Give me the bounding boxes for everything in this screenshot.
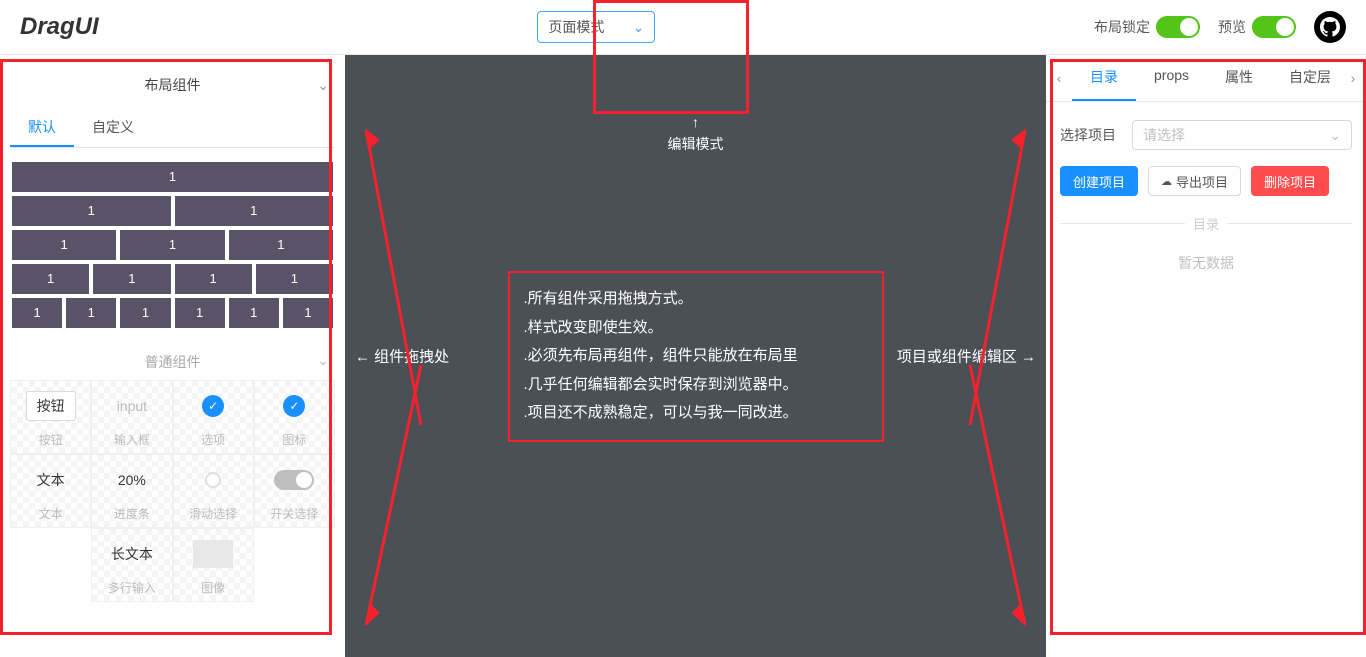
check-icon: ✓ — [283, 395, 305, 417]
tabs-next-button[interactable]: › — [1340, 70, 1366, 86]
chevron-down-icon: ⌄ — [317, 77, 329, 94]
edit-mode-label: ↑ 编辑模式 — [668, 111, 724, 156]
tab-custom[interactable]: 自定义 — [74, 109, 152, 147]
layout-cell[interactable]: 1 — [12, 264, 89, 294]
tips-box: .所有组件采用拖拽方式。 .样式改变即使生效。 .必须先布局再组件，组件只能放在… — [508, 271, 884, 442]
comp-input[interactable]: input输入框 — [91, 380, 172, 454]
project-select[interactable]: 请选择 ⌄ — [1132, 120, 1352, 150]
switch-icon — [274, 470, 314, 490]
tab-default[interactable]: 默认 — [10, 109, 74, 147]
delete-project-button[interactable]: 删除项目 — [1251, 166, 1329, 196]
right-panel: ‹ 目录 props 属性 自定层 › 选择项目 请选择 ⌄ 创建项目 ☁导出项… — [1046, 55, 1366, 657]
layout-cell[interactable]: 1 — [175, 264, 252, 294]
tabs-prev-button[interactable]: ‹ — [1046, 70, 1072, 86]
layout-cell[interactable]: 1 — [256, 264, 333, 294]
layout-components-header[interactable]: 布局组件 ⌄ — [10, 67, 335, 109]
layout-lock-switch[interactable] — [1156, 16, 1200, 38]
layout-cell[interactable]: 1 — [66, 298, 116, 328]
directory-divider: 目录 — [1060, 214, 1352, 233]
annotation-arrow — [960, 355, 1040, 635]
layout-cell[interactable]: 1 — [175, 298, 225, 328]
layout-cell[interactable]: 1 — [12, 230, 116, 260]
tab-custom-layer[interactable]: 自定层 — [1271, 55, 1340, 101]
annotation-arrow — [351, 115, 431, 435]
canvas-area[interactable]: ↑ 编辑模式 ← 组件拖拽处 项目或组件编辑区 → .所有组件采用拖拽方式。 .… — [345, 55, 1046, 657]
layout-cell[interactable]: 1 — [93, 264, 170, 294]
left-panel: 布局组件 ⌄ 默认 自定义 1 11 111 1111 111111 普通组件 … — [0, 55, 345, 657]
normal-components-header[interactable]: 普通组件 ⌄ — [10, 338, 335, 380]
select-project-label: 选择项目 — [1060, 125, 1116, 145]
project-select-placeholder: 请选择 — [1143, 125, 1185, 145]
comp-switch[interactable]: 开关选择 — [254, 454, 335, 528]
page-mode-value: 页面模式 — [548, 17, 604, 37]
layout-cell[interactable]: 1 — [175, 196, 334, 226]
cloud-upload-icon: ☁ — [1161, 175, 1172, 188]
layout-grid: 1 11 111 1111 111111 — [10, 148, 335, 338]
annotation-arrow — [351, 355, 431, 635]
tab-props[interactable]: props — [1136, 55, 1207, 101]
layout-cell[interactable]: 1 — [229, 298, 279, 328]
layout-row-1[interactable]: 1 — [12, 162, 333, 192]
annotation-arrow — [960, 115, 1040, 435]
layout-cell[interactable]: 1 — [120, 230, 224, 260]
page-mode-select[interactable]: 页面模式 ⌄ — [537, 11, 655, 43]
create-project-button[interactable]: 创建项目 — [1060, 166, 1138, 196]
drag-hint-right: 项目或组件编辑区 → — [897, 346, 1036, 367]
chevron-down-icon: ⌄ — [317, 352, 329, 369]
check-icon: ✓ — [202, 395, 224, 417]
comp-slider[interactable]: 滑动选择 — [173, 454, 254, 528]
app-logo: DragUI — [20, 13, 99, 41]
comp-progress[interactable]: 20%进度条 — [91, 454, 172, 528]
slider-handle-icon — [205, 472, 221, 488]
no-data-text: 暂无数据 — [1060, 253, 1352, 273]
tab-attributes[interactable]: 属性 — [1207, 55, 1271, 101]
export-project-button[interactable]: ☁导出项目 — [1148, 166, 1241, 196]
preview-label: 预览 — [1218, 17, 1246, 37]
layout-lock-label: 布局锁定 — [1094, 17, 1150, 37]
chevron-down-icon: ⌄ — [1329, 127, 1341, 144]
chevron-down-icon: ⌄ — [633, 19, 645, 36]
image-placeholder-icon — [193, 540, 233, 568]
layout-cell[interactable]: 1 — [12, 196, 171, 226]
drag-hint-left: ← 组件拖拽处 — [355, 346, 449, 367]
layout-cell[interactable]: 1 — [229, 230, 333, 260]
layout-cell[interactable]: 1 — [12, 298, 62, 328]
comp-checkbox[interactable]: ✓选项 — [173, 380, 254, 454]
layout-cell[interactable]: 1 — [120, 298, 170, 328]
comp-text[interactable]: 文本文本 — [10, 454, 91, 528]
comp-textarea[interactable]: 长文本多行输入 — [91, 528, 172, 602]
preview-switch[interactable] — [1252, 16, 1296, 38]
github-icon[interactable] — [1314, 11, 1346, 43]
comp-button[interactable]: 按钮按钮 — [10, 380, 91, 454]
tab-directory[interactable]: 目录 — [1072, 55, 1136, 101]
comp-icon[interactable]: ✓图标 — [254, 380, 335, 454]
layout-cell[interactable]: 1 — [283, 298, 333, 328]
comp-image[interactable]: 图像 — [173, 528, 254, 602]
